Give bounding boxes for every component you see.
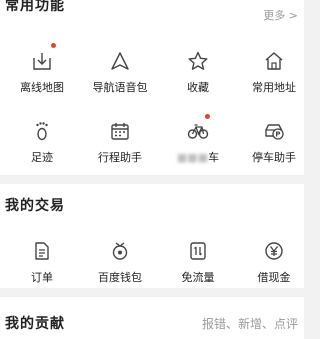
grid-label: 免流量 bbox=[181, 271, 215, 284]
trip-assistant-button[interactable]: 行程助手 bbox=[82, 120, 158, 165]
footprint-button[interactable]: 足迹 bbox=[4, 120, 80, 165]
offline-map-button[interactable]: 离线地图 bbox=[4, 50, 80, 95]
voice-pack-button[interactable]: 导航语音包 bbox=[82, 50, 158, 95]
section-title: 我的贡献 bbox=[5, 316, 65, 332]
borrow-cash-button[interactable]: 借现金 bbox=[236, 240, 312, 285]
common-functions-card: 常用功能 更多 > 离线地图 导航语音包 收藏 常用地址 足迹 行程助手 ■■■… bbox=[0, 0, 304, 175]
obscured-text: ■■■ bbox=[176, 151, 209, 164]
offline-map-icon bbox=[33, 53, 51, 70]
grid-label: ■■■车 bbox=[160, 149, 236, 165]
grid-label: 离线地图 bbox=[20, 81, 64, 94]
footprint-icon bbox=[36, 122, 48, 141]
grid-label: 常用地址 bbox=[252, 81, 296, 94]
favorites-button[interactable]: 收藏 bbox=[160, 50, 236, 95]
more-link[interactable]: 更多 > bbox=[263, 7, 298, 23]
document-icon bbox=[35, 242, 49, 260]
common-address-button[interactable]: 常用地址 bbox=[236, 50, 312, 95]
bicycle-icon bbox=[187, 124, 209, 139]
my-contributions-row[interactable]: 我的贡献 报错、新增、点评 bbox=[0, 297, 304, 339]
grid-label: 行程助手 bbox=[98, 151, 142, 164]
data-free-icon bbox=[190, 242, 206, 260]
grid-label: 百度钱包 bbox=[98, 271, 142, 284]
baidu-wallet-button[interactable]: 百度钱包 bbox=[82, 240, 158, 285]
section-title: 常用功能 bbox=[5, 0, 65, 14]
home-icon bbox=[265, 52, 283, 70]
wallet-icon bbox=[112, 242, 128, 260]
star-icon bbox=[188, 51, 208, 70]
my-trades-card: 我的交易 订单 百度钱包 免流量 借现金 bbox=[0, 184, 304, 288]
calendar-icon bbox=[111, 123, 129, 140]
free-data-button[interactable]: 免流量 bbox=[160, 240, 236, 285]
grid-label: 停车助手 bbox=[252, 151, 296, 164]
orders-button[interactable]: 订单 bbox=[4, 240, 80, 285]
section-title: 我的交易 bbox=[5, 198, 65, 214]
grid-label: 借现金 bbox=[257, 271, 291, 284]
grid-label: 导航语音包 bbox=[92, 81, 148, 94]
grid-label: 足迹 bbox=[31, 151, 53, 164]
parking-car-icon: P bbox=[265, 124, 284, 140]
bike-button[interactable]: ■■■车 bbox=[160, 120, 236, 165]
bike-label: 车 bbox=[208, 151, 220, 164]
yuan-icon bbox=[265, 242, 283, 260]
notification-dot bbox=[205, 114, 210, 119]
contribution-subtitle: 报错、新增、点评 bbox=[201, 317, 298, 331]
parking-assistant-button[interactable]: P 停车助手 bbox=[236, 120, 312, 165]
svg-text:P: P bbox=[275, 131, 280, 139]
grid-label: 收藏 bbox=[187, 81, 209, 94]
notification-dot bbox=[51, 43, 56, 48]
navigation-voice-icon bbox=[111, 52, 129, 70]
grid-label: 订单 bbox=[31, 271, 53, 284]
